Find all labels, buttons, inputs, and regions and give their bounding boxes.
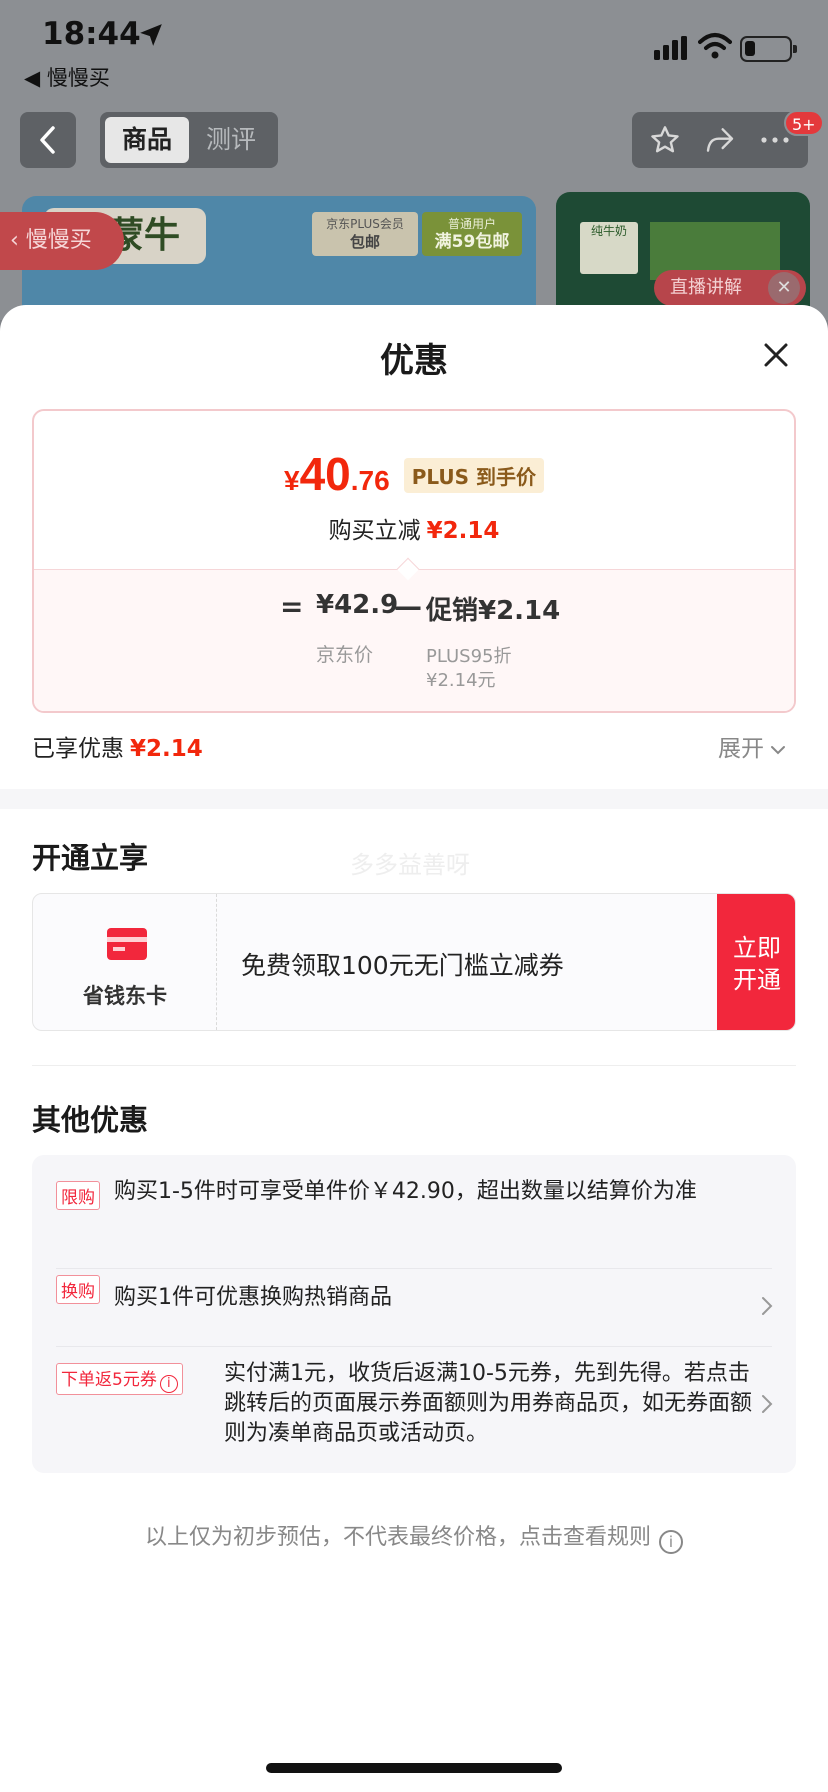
price-integer: 40 <box>299 448 351 500</box>
milk-package-image: 纯牛奶 <box>580 222 638 274</box>
instant-reduce: 购买立减 ¥2.14 <box>34 511 794 545</box>
promo-detail-type: PLUS95折 <box>426 646 512 667</box>
nav-actions <box>632 112 808 168</box>
wifi-icon <box>698 33 732 59</box>
battery-icon <box>740 36 797 62</box>
savings-card-badge: 省钱东卡 <box>33 894 217 1030</box>
discount-sheet: 优惠 ¥ 40 .76 PLUS 到手价 购买立减 ¥2.14 = ¥42.9 —… <box>0 305 828 1792</box>
normal-shipping-label: 普通用户 <box>447 217 496 231</box>
open-now-button[interactable]: 立即开通 <box>717 894 795 1030</box>
price-currency: ¥ <box>284 465 300 496</box>
plus-shipping-label: 京东PLUS会员 <box>326 217 404 231</box>
enjoyed-value: ¥2.14 <box>130 736 203 762</box>
product-page-background: 18:44 ◀ 慢慢买 商品 测评 5+ 蒙牛 京东PLUS会员 包邮 普通用户… <box>0 0 828 320</box>
star-favorite-icon[interactable] <box>647 122 683 158</box>
disclaimer-text: 以上仅为初步预估，不代表最终价格，点击查看规则 <box>144 1525 651 1550</box>
offer-tag: 限购 <box>56 1181 100 1210</box>
open-now-label: 立即开通 <box>733 934 781 994</box>
close-icon[interactable] <box>756 335 796 375</box>
plus-shipping-box: 京东PLUS会员 包邮 <box>312 212 418 256</box>
close-live-icon[interactable]: ✕ <box>768 272 800 304</box>
notification-badge: 5+ <box>784 110 824 136</box>
tab-review[interactable]: 测评 <box>189 117 273 163</box>
sheet-title: 优惠 <box>380 341 448 381</box>
offer-text: 购买1-5件时可享受单件价￥42.90，超出数量以结算价为准 <box>114 1179 697 1204</box>
savings-card-name: 省钱东卡 <box>83 984 167 1008</box>
section-gap <box>0 789 828 809</box>
plus-shipping-value: 包邮 <box>349 233 380 251</box>
price-card: ¥ 40 .76 PLUS 到手价 购买立减 ¥2.14 = ¥42.9 — 促销… <box>32 409 796 713</box>
savings-card-offer[interactable]: 省钱东卡 免费领取100元无门槛立减券 立即开通 <box>32 893 796 1031</box>
other-offers-list: 限购 购买1-5件时可享受单件价￥42.90，超出数量以结算价为准 换购 购买1… <box>32 1155 796 1473</box>
status-time: 18:44 <box>42 16 141 52</box>
price-breakdown: = ¥42.9 — 促销¥2.14 京东价 PLUS95折 ¥2.14元 <box>34 569 794 711</box>
card-icon <box>107 928 147 960</box>
tab-product[interactable]: 商品 <box>105 117 189 163</box>
status-bar: 18:44 ◀ 慢慢买 <box>0 0 828 90</box>
info-icon[interactable]: i <box>159 1375 178 1393</box>
divider <box>32 1065 796 1066</box>
plus-price-tag: PLUS 到手价 <box>403 458 544 493</box>
home-indicator <box>266 1763 562 1773</box>
enjoyed-discount: 已享优惠 ¥2.14 <box>32 729 203 763</box>
final-price: ¥ 40 .76 PLUS 到手价 <box>34 447 794 501</box>
chevron-right-icon <box>762 1297 773 1315</box>
offer-row-limit: 限购 购买1-5件时可享受单件价￥42.90，超出数量以结算价为准 <box>56 1175 772 1269</box>
offer-tag: 下单返5元券 i <box>56 1363 183 1395</box>
offer-tag-label: 下单返5元券 <box>61 1370 157 1390</box>
watermark: 多多益善呀 <box>350 851 470 879</box>
expand-button[interactable]: 展开 <box>718 729 786 763</box>
savings-card-desc: 免费领取100元无门槛立减券 <box>241 951 564 980</box>
offer-text: 实付满1元，收货后返满10-5元券，先到先得。若点击跳转后的页面展示券面额则为用… <box>224 1361 753 1446</box>
normal-shipping-value: 满59包邮 <box>434 232 510 252</box>
info-icon[interactable]: i <box>659 1530 683 1554</box>
back-to-app-link[interactable]: ◀ 慢慢买 <box>24 62 110 92</box>
offer-tag: 换购 <box>56 1275 100 1304</box>
chevron-down-icon <box>771 745 785 754</box>
expand-label: 展开 <box>718 736 764 762</box>
slow-buy-floating-tab[interactable]: ‹ 慢慢买 <box>0 212 124 270</box>
tab-segment: 商品 测评 <box>100 112 278 168</box>
cellular-signal-icon <box>654 36 687 60</box>
equals-sign: = <box>280 590 304 623</box>
offer-row-exchange[interactable]: 换购 购买1件可优惠换购热销商品 <box>56 1269 773 1347</box>
back-button[interactable] <box>20 112 76 168</box>
disclaimer[interactable]: 以上仅为初步预估，不代表最终价格，点击查看规则 i <box>0 1519 828 1554</box>
offer-row-coupon[interactable]: 下单返5元券 i 实付满1元，收货后返满10-5元券，先到先得。若点击跳转后的页面… <box>56 1347 773 1473</box>
other-section-title: 其他优惠 <box>32 1103 149 1137</box>
jd-price-label: 京东价 <box>316 644 374 666</box>
jd-price-value: ¥42.9 <box>316 590 399 620</box>
minus-sign: — <box>394 590 422 623</box>
slow-buy-label: 慢慢买 <box>25 228 92 253</box>
normal-shipping-box: 普通用户 满59包邮 <box>422 212 522 256</box>
final-price-section: ¥ 40 .76 PLUS 到手价 购买立减 ¥2.14 <box>34 411 794 569</box>
open-section-title: 开通立享 <box>32 841 149 875</box>
enjoyed-label: 已享优惠 <box>32 736 124 762</box>
promo-detail-amount: ¥2.14元 <box>426 670 496 691</box>
promo-value: 促销¥2.14 <box>426 596 561 626</box>
offer-text: 购买1件可优惠换购热销商品 <box>114 1285 392 1310</box>
price-decimal: .76 <box>350 465 390 496</box>
chevron-right-icon <box>762 1395 773 1413</box>
chevron-left-icon: ‹ <box>10 228 26 253</box>
reduce-value: ¥2.14 <box>426 518 500 544</box>
reduce-label: 购买立减 <box>328 518 421 544</box>
share-icon[interactable] <box>702 122 738 158</box>
location-arrow-icon <box>140 24 162 46</box>
